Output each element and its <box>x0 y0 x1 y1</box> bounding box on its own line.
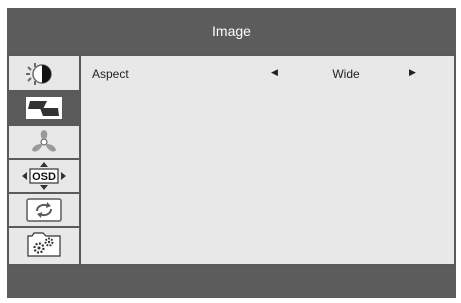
aspect-value: Wide <box>332 67 360 81</box>
osd-icon: OSD <box>22 162 66 190</box>
brightness-contrast-icon <box>26 62 62 86</box>
aspect-setting-row[interactable]: Aspect ◀ Wide ▶ <box>81 64 454 84</box>
osd-menu: Image OSD Aspect ◀ Wide ▶ <box>7 8 456 298</box>
sidebar-item-brightness[interactable] <box>9 58 79 90</box>
sidebar-item-osd[interactable]: OSD <box>9 160 79 192</box>
menu-content: Aspect ◀ Wide ▶ <box>81 56 454 264</box>
osd-icon-label: OSD <box>32 171 56 183</box>
menu-sidebar: OSD <box>9 56 79 264</box>
color-icon <box>29 129 59 155</box>
image-icon <box>25 96 63 120</box>
sidebar-item-image[interactable] <box>9 92 79 124</box>
aspect-label: Aspect <box>92 67 129 81</box>
sidebar-item-setup[interactable] <box>9 228 79 260</box>
sidebar-item-reset[interactable] <box>9 194 79 226</box>
menu-title-bar: Image <box>7 8 456 54</box>
right-arrow-icon[interactable]: ▶ <box>409 67 416 78</box>
gear-icon <box>26 231 62 257</box>
menu-footer-bar <box>7 266 456 298</box>
reset-icon <box>26 198 62 222</box>
sidebar-item-color[interactable] <box>9 126 79 158</box>
left-arrow-icon[interactable]: ◀ <box>271 67 278 78</box>
menu-title: Image <box>212 23 251 39</box>
